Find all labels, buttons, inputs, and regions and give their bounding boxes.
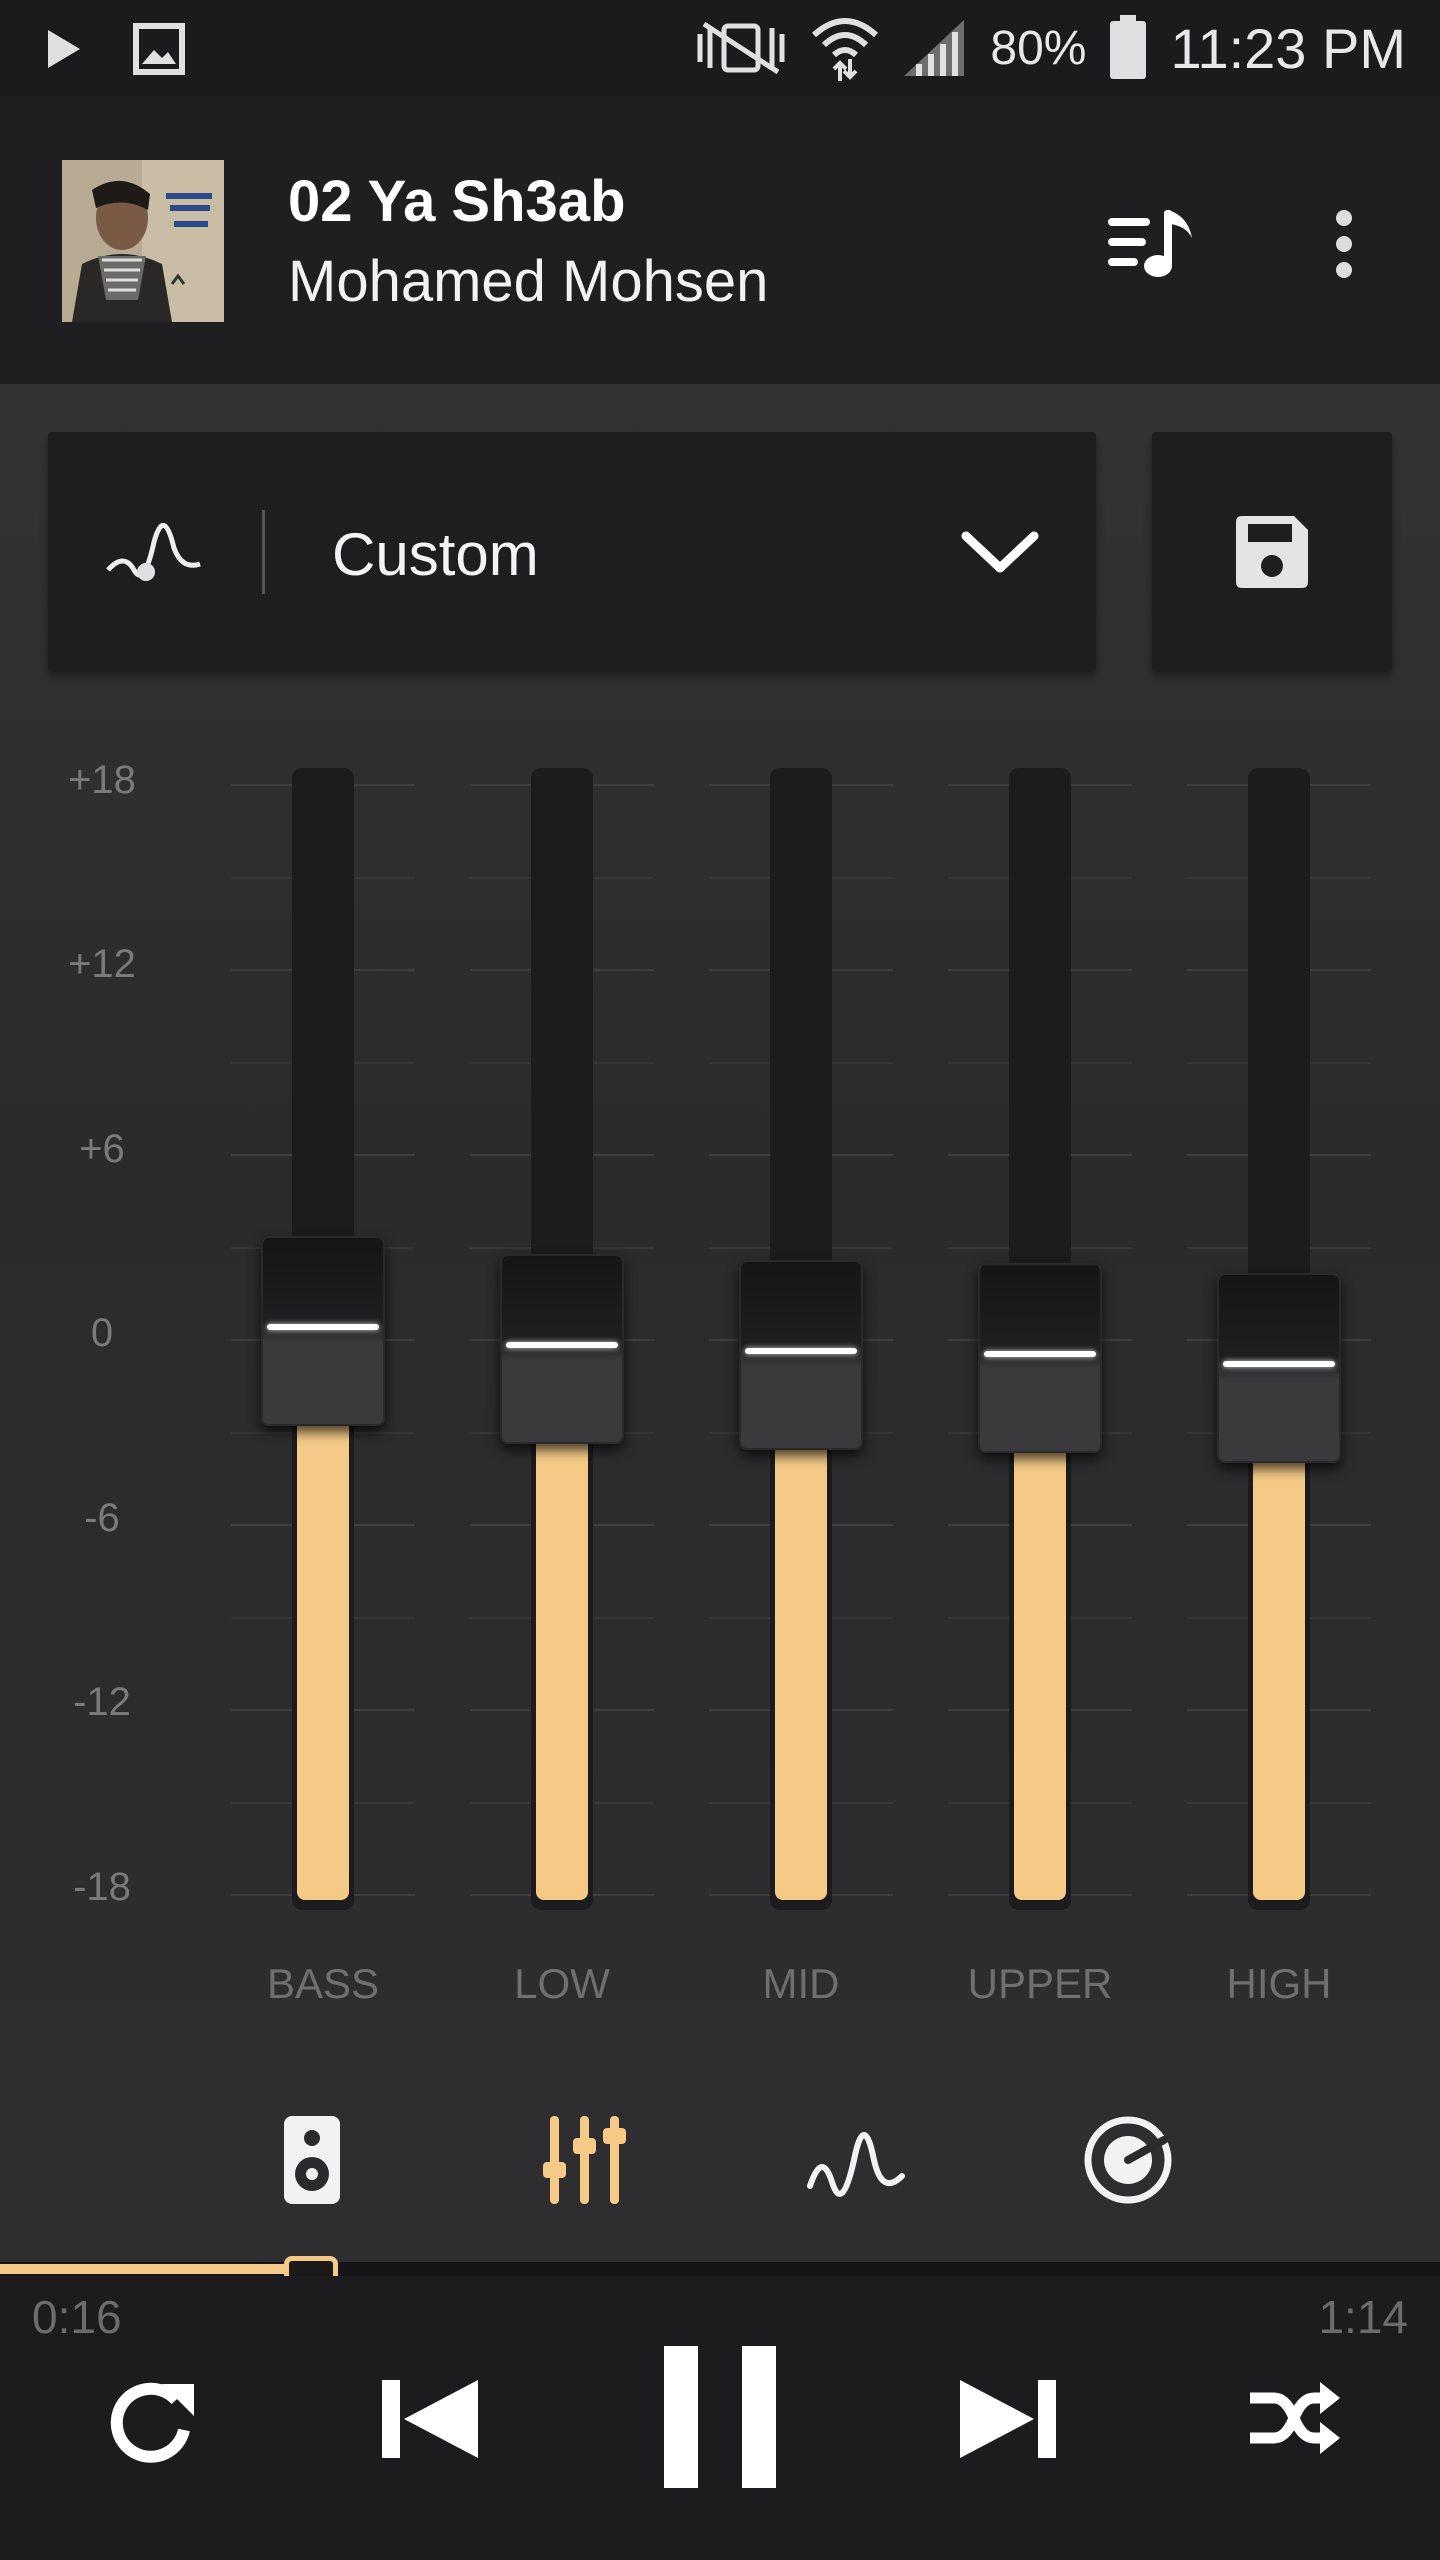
- db-label-plus18: +18: [68, 758, 136, 802]
- db-label-minus12: -12: [73, 1680, 131, 1724]
- slider-knob-high[interactable]: [1217, 1272, 1341, 1463]
- play-icon: [48, 30, 80, 68]
- track-artist: Mohamed Mohsen: [288, 249, 769, 314]
- more-icon[interactable]: [1316, 204, 1372, 284]
- battery-percent: 80%: [990, 21, 1087, 75]
- preset-divider: [262, 510, 265, 594]
- knob-icon[interactable]: [1078, 2110, 1178, 2210]
- db-label-zero: 0: [90, 1311, 114, 1355]
- track-title: 02 Ya Sh3ab: [288, 169, 626, 234]
- slider-fill-upper: [1014, 1414, 1066, 1900]
- slider-knob-indicator: [984, 1351, 1096, 1358]
- preset-selector[interactable]: Custom: [48, 432, 1096, 672]
- duration-time: 1:14: [1318, 2291, 1408, 2343]
- band-label-upper: UPPER: [967, 1960, 1113, 2007]
- image-icon: [133, 23, 185, 75]
- slider-knob-low[interactable]: [500, 1254, 624, 1445]
- save-icon: [1236, 516, 1308, 588]
- slider-fill-high: [1253, 1423, 1305, 1900]
- battery-icon: [1110, 15, 1147, 79]
- signal-icon: [904, 20, 965, 76]
- db-label-minus6: -6: [84, 1496, 120, 1540]
- now-playing-header[interactable]: 02 Ya Sh3ab Mohamed Mohsen: [0, 96, 1440, 384]
- slider-fill-low: [536, 1405, 588, 1900]
- equalizer-icon[interactable]: [534, 2110, 634, 2210]
- previous-icon[interactable]: [380, 2376, 480, 2462]
- db-label-plus6: +6: [79, 1127, 125, 1171]
- slider-knob-indicator: [1223, 1360, 1335, 1367]
- repeat-icon[interactable]: [96, 2370, 204, 2470]
- status-bar: 80% 11:23 PM: [0, 0, 1440, 96]
- slider-knob-mid[interactable]: [739, 1260, 863, 1451]
- album-art[interactable]: [62, 160, 224, 322]
- slider-fill-bass: [297, 1386, 349, 1900]
- waveform-icon[interactable]: [806, 2110, 906, 2210]
- db-label-minus18: -18: [73, 1865, 131, 1909]
- shuffle-icon[interactable]: [1246, 2380, 1342, 2456]
- band-label-high: HIGH: [1226, 1960, 1332, 2007]
- chevron-down-icon[interactable]: [958, 526, 1042, 578]
- seek-progress: [0, 2264, 312, 2274]
- band-label-mid: MID: [762, 1960, 840, 2007]
- save-preset-button[interactable]: [1152, 432, 1392, 672]
- band-label-bass: BASS: [266, 1960, 380, 2007]
- wifi-icon: [812, 18, 879, 81]
- pause-icon[interactable]: [662, 2344, 778, 2490]
- preset-curve-icon: [106, 523, 201, 581]
- slider-fill-mid: [775, 1411, 827, 1900]
- speaker-icon[interactable]: [262, 2110, 362, 2210]
- slider-knob-bass[interactable]: [261, 1235, 385, 1426]
- elapsed-time: 0:16: [32, 2291, 122, 2343]
- slider-knob-indicator: [267, 1323, 379, 1330]
- mute-vibrate-icon: [697, 21, 785, 75]
- preset-label: Custom: [332, 521, 539, 588]
- slider-knob-indicator: [506, 1342, 618, 1349]
- clock: 11:23 PM: [1170, 16, 1406, 80]
- queue-icon[interactable]: [1104, 204, 1200, 284]
- next-icon[interactable]: [958, 2376, 1058, 2462]
- band-label-low: LOW: [514, 1960, 610, 2007]
- slider-knob-indicator: [745, 1348, 857, 1355]
- db-label-plus12: +12: [68, 942, 136, 986]
- slider-knob-upper[interactable]: [978, 1263, 1102, 1454]
